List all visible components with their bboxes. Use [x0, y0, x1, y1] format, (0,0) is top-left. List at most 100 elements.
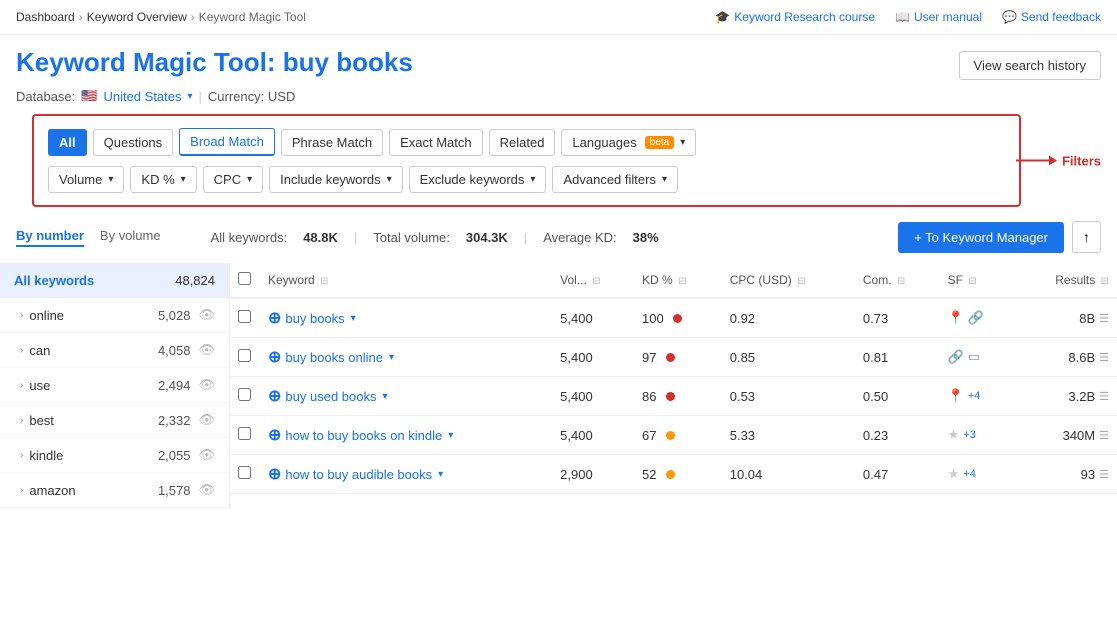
keyword-research-course-link[interactable]: 🎓 Keyword Research course [715, 10, 875, 24]
chevron-down-icon: ▾ [387, 174, 392, 185]
breadcrumb-dashboard[interactable]: Dashboard [16, 10, 75, 24]
cpc-filter-button[interactable]: CPC ▾ [203, 166, 263, 193]
keyword-link[interactable]: buy used books [285, 389, 376, 404]
row-checkbox[interactable] [238, 349, 251, 362]
row-checkbox[interactable] [238, 388, 251, 401]
add-keyword-icon[interactable]: ⊕ [268, 308, 281, 328]
view-search-history-button[interactable]: View search history [959, 51, 1101, 80]
filter-languages-button[interactable]: Languages beta ▾ [561, 129, 696, 156]
eye-icon[interactable]: 👁 [198, 377, 215, 393]
sidebar-item-can[interactable]: › can 4,058 👁 [0, 333, 229, 368]
sidebar-item-count: 2,332 [158, 413, 191, 428]
page-title: Keyword Magic Tool: buy books [16, 47, 413, 78]
row-checkbox[interactable] [238, 427, 251, 440]
sidebar-item-amazon[interactable]: › amazon 1,578 👁 [0, 473, 229, 508]
eye-icon[interactable]: 👁 [198, 447, 215, 463]
filter-all-button[interactable]: All [48, 129, 87, 156]
filter-exact-match-button[interactable]: Exact Match [389, 129, 483, 156]
add-keyword-icon[interactable]: ⊕ [268, 425, 281, 445]
filter-broad-match-button[interactable]: Broad Match [179, 128, 275, 156]
sidebar-item-online[interactable]: › online 5,028 👁 [0, 298, 229, 333]
sidebar-item-count: 5,028 [158, 308, 191, 323]
add-keyword-icon[interactable]: ⊕ [268, 386, 281, 406]
chevron-down-icon: ▾ [247, 174, 252, 185]
sort-icon: ⊟ [1101, 276, 1109, 287]
include-keywords-button[interactable]: Include keywords ▾ [269, 166, 402, 193]
volume-filter-button[interactable]: Volume ▾ [48, 166, 124, 193]
sidebar-item-kindle[interactable]: › kindle 2,055 👁 [0, 438, 229, 473]
beta-badge: beta [645, 136, 674, 149]
chevron-down-icon[interactable]: ▾ [389, 352, 394, 363]
sidebar-item-label: use [29, 378, 50, 393]
kd-filter-button[interactable]: KD % ▾ [130, 166, 196, 193]
sort-icon: ⊟ [678, 276, 686, 287]
export-icon: ↑ [1083, 229, 1090, 245]
breadcrumb-keyword-overview[interactable]: Keyword Overview [87, 10, 187, 24]
col-volume: Vol... ⊟ [552, 263, 634, 298]
sidebar-item-best[interactable]: › best 2,332 👁 [0, 403, 229, 438]
eye-icon[interactable]: 👁 [198, 307, 215, 323]
export-button[interactable]: ↑ [1072, 221, 1101, 253]
chevron-down-icon[interactable]: ▾ [438, 469, 443, 480]
sort-icon: ⊟ [797, 276, 805, 287]
stats-numbers: All keywords: 48.8K | Total volume: 304.… [211, 230, 659, 245]
keyword-link[interactable]: buy books [285, 311, 344, 326]
row-checkbox[interactable] [238, 466, 251, 479]
user-manual-link[interactable]: 📖 User manual [895, 10, 982, 24]
row-checkbox[interactable] [238, 310, 251, 323]
breadcrumb-sep2: › [191, 10, 195, 24]
add-keyword-icon[interactable]: ⊕ [268, 464, 281, 484]
filters-annotation: Filters [1016, 153, 1101, 168]
results-cell: 93 ☰ [1016, 455, 1117, 494]
chevron-down-icon[interactable]: ▾ [448, 430, 453, 441]
eye-icon[interactable]: 👁 [198, 482, 215, 498]
advanced-filters-button[interactable]: Advanced filters ▾ [552, 166, 678, 193]
tab-by-number[interactable]: By number [16, 228, 84, 247]
filter-phrase-match-button[interactable]: Phrase Match [281, 129, 383, 156]
send-feedback-label: Send feedback [1021, 10, 1101, 24]
chevron-down-icon[interactable]: ▾ [382, 391, 387, 402]
total-volume-value: 304.3K [466, 230, 508, 245]
chevron-right-icon: › [20, 380, 23, 391]
sidebar-item-label: can [29, 343, 50, 358]
filters-section: All Questions Broad Match Phrase Match E… [32, 114, 1021, 207]
keyword-link[interactable]: how to buy books on kindle [285, 428, 442, 443]
list-icon: ☰ [1099, 390, 1109, 403]
link-icon: 🔗 [968, 310, 984, 326]
sidebar-item-label: amazon [29, 483, 75, 498]
sf-cell: ★ +3 [940, 416, 1016, 455]
col-keyword: Keyword ⊟ [260, 263, 552, 298]
select-all-checkbox[interactable] [238, 272, 251, 285]
page-header: Keyword Magic Tool: buy books View searc… [0, 35, 1117, 84]
filter-questions-button[interactable]: Questions [93, 129, 174, 156]
eye-icon[interactable]: 👁 [198, 342, 215, 358]
plus-count-badge: +4 [963, 468, 976, 480]
send-feedback-link[interactable]: 💬 Send feedback [1002, 10, 1101, 24]
keyword-cell: ⊕ buy books online ▾ [260, 338, 552, 377]
breadcrumb: Dashboard › Keyword Overview › Keyword M… [0, 0, 1117, 35]
keyword-link[interactable]: buy books online [285, 350, 383, 365]
database-country-link[interactable]: United States ▾ [103, 89, 192, 104]
col-com: Com. ⊟ [855, 263, 940, 298]
chevron-right-icon: › [20, 415, 23, 426]
book-icon: 📖 [895, 10, 910, 24]
total-volume-label: Total volume: [373, 230, 450, 245]
sidebar-item-label: kindle [29, 448, 63, 463]
chevron-down-icon[interactable]: ▾ [351, 313, 356, 324]
add-keyword-icon[interactable]: ⊕ [268, 347, 281, 367]
to-keyword-manager-button[interactable]: + To Keyword Manager [898, 222, 1064, 253]
exclude-keywords-button[interactable]: Exclude keywords ▾ [409, 166, 547, 193]
pin-icon: 📍 [948, 310, 964, 326]
filter-related-button[interactable]: Related [489, 129, 556, 156]
chevron-down-icon: ▾ [188, 91, 193, 102]
list-icon: ☰ [1099, 468, 1109, 481]
com-cell: 0.50 [855, 377, 940, 416]
stats-right: + To Keyword Manager ↑ [898, 221, 1101, 253]
keyword-link[interactable]: how to buy audible books [285, 467, 432, 482]
title-keyword: buy books [283, 47, 413, 77]
sidebar-item-count: 4,058 [158, 343, 191, 358]
sf-cell: ★ +4 [940, 455, 1016, 494]
sidebar-item-use[interactable]: › use 2,494 👁 [0, 368, 229, 403]
tab-by-volume[interactable]: By volume [100, 228, 161, 247]
eye-icon[interactable]: 👁 [198, 412, 215, 428]
